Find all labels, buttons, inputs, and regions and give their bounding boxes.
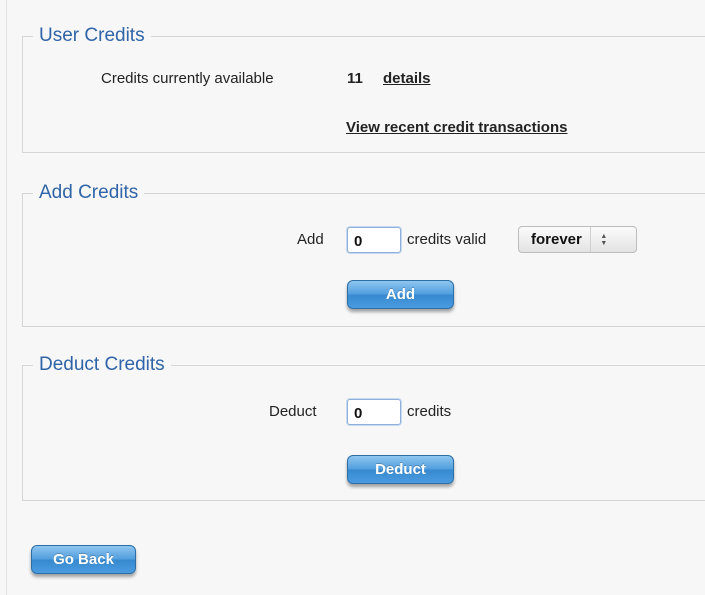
- credits-page: User Credits Credits currently available…: [0, 0, 705, 595]
- add-credits-legend: Add Credits: [33, 182, 145, 204]
- deduct-label: Deduct: [269, 403, 317, 420]
- credits-available-label: Credits currently available: [101, 70, 274, 87]
- validity-select[interactable]: forever ▲ ▼: [518, 226, 637, 253]
- deduct-button[interactable]: Deduct: [347, 455, 454, 484]
- add-credits-section: Add Credits Add credits valid forever ▲▼…: [22, 182, 705, 327]
- add-amount-input[interactable]: [347, 227, 401, 253]
- deduct-amount-input[interactable]: [347, 399, 401, 425]
- add-button[interactable]: Add: [347, 280, 454, 309]
- select-arrows-icon: ▲ ▼: [600, 232, 608, 247]
- add-label: Add: [297, 231, 324, 248]
- user-credits-section: User Credits Credits currently available…: [22, 25, 705, 153]
- credits-valid-label: credits valid: [407, 231, 487, 248]
- validity-selected-value: forever: [519, 227, 591, 252]
- credits-available-value: 11: [347, 70, 363, 87]
- go-back-button[interactable]: Go Back: [31, 545, 136, 574]
- user-credits-legend: User Credits: [33, 25, 151, 47]
- view-transactions-link[interactable]: View recent credit transactions: [346, 119, 567, 137]
- deduct-credits-section: Deduct Credits Deduct credits Deduct: [22, 354, 705, 501]
- credits-label: credits: [407, 403, 452, 420]
- deduct-credits-legend: Deduct Credits: [33, 354, 171, 376]
- details-link[interactable]: details: [383, 70, 431, 88]
